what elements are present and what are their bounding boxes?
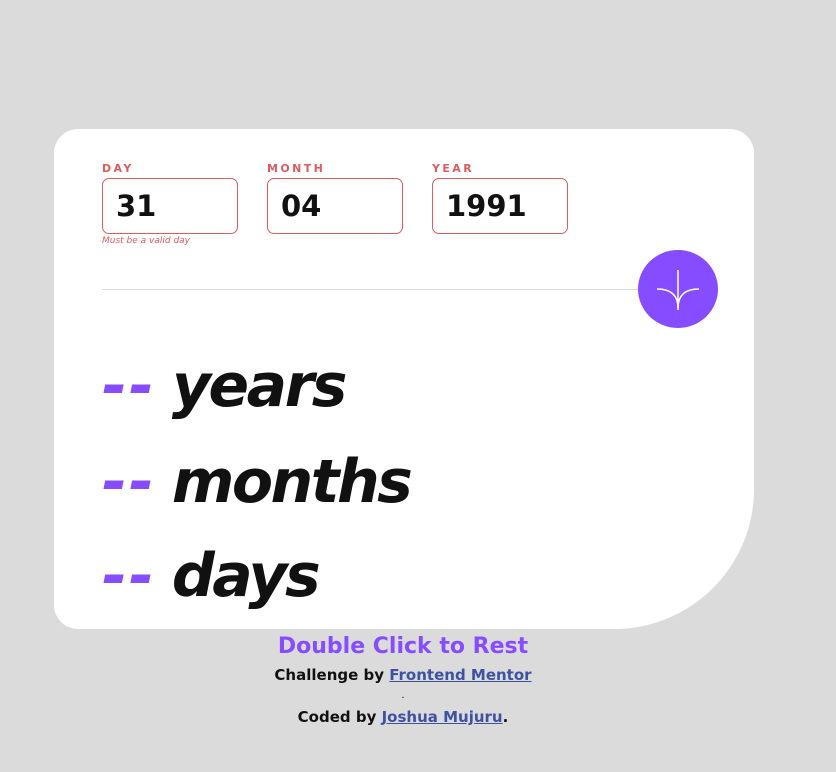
day-field: DAY Must be a valid day bbox=[102, 162, 238, 246]
divider bbox=[102, 289, 662, 290]
challenge-attribution: Challenge by Frontend Mentor bbox=[0, 664, 806, 686]
year-label: YEAR bbox=[432, 162, 475, 175]
months-unit: months bbox=[171, 447, 413, 517]
years-value: -- bbox=[102, 351, 156, 421]
attribution-separator: . bbox=[401, 690, 405, 701]
author-link[interactable]: Joshua Mujuru bbox=[382, 708, 503, 726]
month-field: MONTH bbox=[267, 162, 403, 234]
submit-button[interactable] bbox=[638, 250, 718, 328]
years-unit: years bbox=[171, 351, 348, 421]
arrow-down-icon bbox=[656, 270, 700, 310]
challenge-prefix: Challenge by bbox=[274, 666, 385, 684]
age-calculator-card: DAY Must be a valid day MONTH YEAR --yea… bbox=[54, 129, 754, 629]
footer: Double Click to Rest Challenge by Fronte… bbox=[0, 630, 806, 728]
month-input[interactable] bbox=[267, 178, 403, 234]
month-label: MONTH bbox=[267, 162, 326, 175]
coded-by-attribution: Coded by Joshua Mujuru. bbox=[0, 706, 806, 728]
day-error-message: Must be a valid day bbox=[102, 236, 191, 246]
coded-suffix: . bbox=[502, 708, 509, 726]
result-months: -- months bbox=[102, 447, 413, 517]
reset-button[interactable]: Double Click to Rest bbox=[0, 630, 806, 664]
days-unit: days bbox=[171, 541, 321, 611]
coded-prefix: Coded by bbox=[297, 708, 377, 726]
day-input[interactable] bbox=[102, 178, 238, 234]
months-value: -- bbox=[102, 447, 156, 517]
result-years: -- years bbox=[102, 351, 348, 421]
year-field: YEAR bbox=[432, 162, 568, 234]
frontend-mentor-link[interactable]: Frontend Mentor bbox=[389, 666, 531, 684]
day-label: DAY bbox=[102, 162, 134, 175]
year-input[interactable] bbox=[432, 178, 568, 234]
days-value: -- bbox=[102, 541, 156, 611]
result-days: -- days bbox=[102, 541, 321, 611]
